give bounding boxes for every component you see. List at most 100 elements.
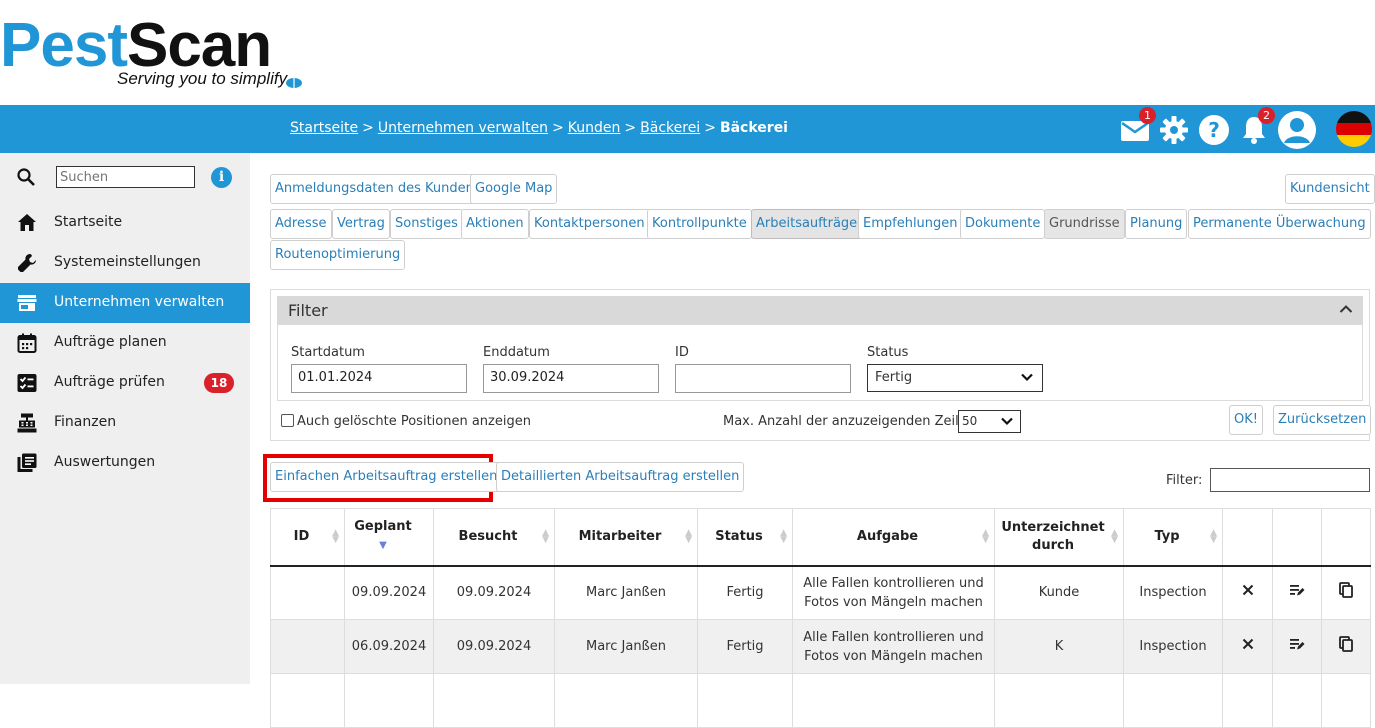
sidebar-item-finanzen[interactable]: Finanzen — [0, 403, 250, 443]
notifications-badge: 2 — [1258, 107, 1275, 124]
sidebar-item-auftraege-planen[interactable]: Aufträge planen — [0, 323, 250, 363]
col-header-typ[interactable]: Typ ▲ ▼ — [1123, 508, 1223, 567]
table-row[interactable]: 06.09.2024 09.09.2024 Marc Janßen Fertig… — [270, 619, 1371, 674]
tab-dokumente[interactable]: Dokumente — [960, 209, 1046, 239]
cell-edit — [1272, 619, 1322, 674]
end-date-input[interactable]: 30.09.2024 — [483, 364, 659, 393]
col-header-geplant[interactable]: Geplant ▼ — [344, 508, 434, 567]
col-header-label: Unterzeichnet durch — [1001, 519, 1105, 553]
sort-icon: ▲ ▼ — [780, 528, 787, 545]
pestscan-logo[interactable]: PestScan Serving you to simplify — [0, 14, 320, 98]
sidebar-item-label: Finanzen — [54, 414, 117, 430]
breadcrumb-separator: > — [624, 120, 637, 136]
max-rows-label: Max. Anzahl der anzuzeigenden Zeilen — [723, 414, 975, 429]
cash-register-icon — [17, 413, 37, 433]
id-input[interactable] — [675, 364, 851, 393]
cell-id — [270, 673, 345, 728]
show-deleted-row[interactable]: Auch gelöschte Positionen anzeigen — [281, 414, 531, 429]
user-button[interactable] — [1277, 110, 1317, 150]
cell-signed-by — [994, 673, 1124, 728]
create-detailed-order-button[interactable]: Detaillierten Arbeitsauftrag erstellen — [496, 462, 745, 492]
cell-status: Fertig — [697, 619, 793, 674]
tab-adresse[interactable]: Adresse — [270, 209, 332, 239]
start-date-input[interactable]: 01.01.2024 — [291, 364, 467, 393]
sidebar-item-label: Auswertungen — [54, 454, 156, 470]
cell-planned: 09.09.2024 — [344, 565, 434, 620]
info-icon[interactable]: i — [211, 167, 232, 188]
tab-kontrollpunkte[interactable]: Kontrollpunkte — [647, 209, 752, 239]
cell-planned — [344, 673, 434, 728]
sidebar-nav: Startseite Systemeinstellungen Unternehm… — [0, 203, 250, 483]
col-header-mitarbeiter[interactable]: Mitarbeiter ▲ ▼ — [554, 508, 698, 567]
breadcrumb: Startseite > Unternehmen verwalten > Kunden >… — [290, 120, 788, 136]
col-header-status[interactable]: Status ▲ ▼ — [697, 508, 793, 567]
tab-grundrisse[interactable]: Grundrisse — [1044, 209, 1125, 239]
tab-planung[interactable]: Planung — [1125, 209, 1188, 239]
search-icon[interactable] — [16, 167, 36, 187]
ok-button[interactable]: OK! — [1229, 405, 1263, 435]
close-icon[interactable] — [1242, 638, 1254, 650]
col-header-aufgabe[interactable]: Aufgabe ▲ ▼ — [792, 508, 995, 567]
language-button[interactable] — [1335, 110, 1373, 148]
sidebar-item-systemeinstellungen[interactable]: Systemeinstellungen — [0, 243, 250, 283]
sort-icon: ▲ ▼ — [542, 528, 549, 545]
col-header-besucht[interactable]: Besucht ▲ ▼ — [433, 508, 555, 567]
bug-icon — [286, 78, 302, 88]
tab-kontaktpersonen[interactable]: Kontaktpersonen — [529, 209, 650, 239]
breadcrumb-baeckerei[interactable]: Bäckerei — [640, 120, 700, 136]
start-date-label: Startdatum — [291, 345, 365, 360]
cell-task: Alle Fallen kontrollieren und Fotos von … — [792, 619, 995, 674]
chevron-up-icon[interactable] — [1339, 304, 1353, 314]
sidebar-item-auswertungen[interactable]: Auswertungen — [0, 443, 250, 483]
col-header-id[interactable]: ID ▲ ▼ — [270, 508, 345, 567]
filter-header[interactable]: Filter — [277, 296, 1363, 325]
copy-icon[interactable] — [1339, 635, 1353, 652]
breadcrumb-kunden[interactable]: Kunden — [568, 120, 621, 136]
mail-badge: 1 — [1139, 107, 1156, 124]
tab-aktionen[interactable]: Aktionen — [461, 209, 529, 239]
col-header-label: Aufgabe — [856, 528, 919, 544]
table-filter-input[interactable] — [1210, 468, 1370, 492]
cell-employee: Marc Janßen — [554, 565, 698, 620]
sidebar-item-label: Aufträge planen — [54, 334, 167, 350]
close-icon[interactable] — [1242, 584, 1254, 596]
mail-button[interactable]: 1 — [1118, 107, 1156, 147]
sidebar-item-startseite[interactable]: Startseite — [0, 203, 250, 243]
copy-icon[interactable] — [1339, 581, 1353, 598]
table-row[interactable]: 09.09.2024 09.09.2024 Marc Janßen Fertig… — [270, 565, 1371, 620]
reset-button[interactable]: Zurücksetzen — [1273, 405, 1372, 435]
tab-permanente-ueberwachung[interactable]: Permanente Überwachung — [1188, 209, 1371, 239]
settings-button[interactable] — [1157, 113, 1191, 147]
cell-copy — [1321, 565, 1371, 620]
col-header-delete — [1222, 508, 1273, 567]
col-header-label: Geplant — [354, 519, 412, 535]
tab-empfehlungen[interactable]: Empfehlungen — [858, 209, 963, 239]
col-header-unterzeichnet[interactable]: Unterzeichnet durch ▲ ▼ — [994, 508, 1124, 567]
edit-list-icon[interactable] — [1289, 637, 1305, 651]
help-button[interactable]: ? — [1197, 113, 1231, 147]
status-select[interactable]: Fertig — [867, 364, 1043, 392]
create-simple-order-button[interactable]: Einfachen Arbeitsauftrag erstellen — [270, 462, 503, 492]
tab-vertrag[interactable]: Vertrag — [332, 209, 390, 239]
edit-list-icon[interactable] — [1289, 583, 1305, 597]
cell-visited — [433, 673, 555, 728]
breadcrumb-startseite[interactable]: Startseite — [290, 120, 358, 136]
table-filter-label: Filter: — [1166, 473, 1203, 488]
max-rows-select[interactable]: 50 — [958, 410, 1021, 433]
tab-google-map[interactable]: Google Map — [470, 174, 558, 204]
search-input[interactable] — [56, 166, 195, 188]
notifications-button[interactable]: 2 — [1237, 107, 1275, 147]
cell-type: Inspection — [1123, 619, 1223, 674]
tab-arbeitsauftraege[interactable]: Arbeitsaufträge — [751, 209, 863, 239]
top-icon-bar: 1 ? 2 — [1115, 105, 1375, 153]
sidebar-item-auftraege-pruefen[interactable]: Aufträge prüfen 18 — [0, 363, 250, 403]
tab-sonstiges[interactable]: Sonstiges — [390, 209, 463, 239]
table-row[interactable] — [270, 673, 1371, 728]
tab-anmeldungsdaten[interactable]: Anmeldungsdaten des Kunden — [270, 174, 479, 204]
tab-routenoptimierung[interactable]: Routenoptimierung — [270, 240, 406, 270]
customer-view-button[interactable]: Kundensicht — [1285, 174, 1375, 204]
breadcrumb-unternehmen[interactable]: Unternehmen verwalten — [378, 120, 548, 136]
cell-copy — [1321, 673, 1371, 728]
show-deleted-checkbox[interactable] — [281, 414, 294, 427]
sidebar-item-unternehmen-verwalten[interactable]: Unternehmen verwalten — [0, 283, 250, 323]
